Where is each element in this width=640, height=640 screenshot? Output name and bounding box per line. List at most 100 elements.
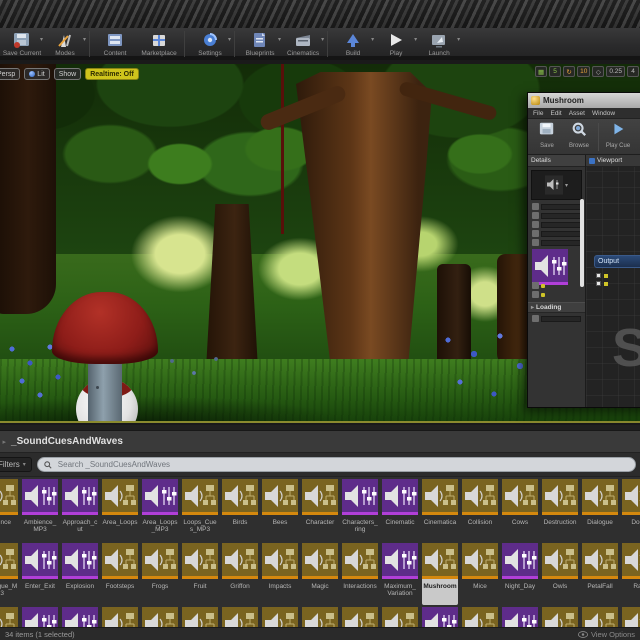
window-menu-bar: File Edit Asset Window — [528, 108, 640, 119]
snap-control-button[interactable]: 0.25 — [606, 66, 625, 77]
asset-tile[interactable]: Footsteps — [102, 543, 138, 605]
asset-tile[interactable]: Bees — [262, 479, 298, 541]
property-row[interactable] — [532, 315, 581, 322]
checkbox-on[interactable] — [541, 284, 545, 288]
search-input[interactable] — [56, 459, 629, 470]
filters-button[interactable]: Filters ▾ — [0, 457, 32, 472]
graph-pin[interactable] — [596, 281, 608, 286]
search-box[interactable] — [37, 457, 636, 472]
menu-item-file[interactable]: File — [533, 110, 543, 117]
asset-tile-label: Frogs — [142, 583, 178, 590]
asset-tile[interactable]: Destruction — [542, 479, 578, 541]
tab-viewport[interactable]: Viewport — [586, 155, 640, 167]
asset-tile[interactable]: Rain — [622, 543, 640, 605]
viewport-badge-show[interactable]: Show — [54, 68, 82, 80]
asset-tile-selected[interactable]: Mushroom — [422, 543, 458, 605]
asset-tile[interactable]: Griffon — [222, 543, 258, 605]
asset-tile[interactable]: Ambience_MP3 — [22, 479, 58, 541]
asset-tile[interactable]: Bounce — [0, 479, 18, 541]
asset-tile[interactable]: Cinematica — [422, 479, 458, 541]
sound-asset-editor-window[interactable]: Mushroom File Edit Asset Window Save Browse P… — [527, 92, 640, 408]
asset-tile[interactable]: Doors — [622, 479, 640, 541]
asset-tile[interactable]: Dialogue — [582, 479, 618, 541]
asset-tile[interactable]: Enter_Exit — [22, 543, 58, 605]
graph-pin[interactable] — [596, 273, 608, 278]
property-row[interactable] — [532, 239, 581, 246]
snap-control-button[interactable]: 4 — [627, 66, 639, 77]
asset-tile[interactable]: Explosion — [62, 543, 98, 605]
asset-tile[interactable]: Birds — [222, 479, 258, 541]
asset-tile[interactable]: Frogs — [142, 543, 178, 605]
asset-tile[interactable]: Impacts — [262, 543, 298, 605]
graph-panel[interactable]: Viewport SOUND CUE Output — [586, 155, 640, 407]
window-toolbar-label: Browse — [569, 143, 589, 149]
chevron-down-icon[interactable]: ▾ — [228, 36, 231, 43]
toolbar-button-build[interactable]: Build — [331, 31, 375, 57]
asset-tile[interactable]: Area_Loops — [102, 479, 138, 541]
menu-item-window[interactable]: Window — [592, 110, 615, 117]
asset-tile[interactable]: Owls — [542, 543, 578, 605]
property-row-checkbox[interactable] — [532, 291, 581, 298]
toolbar-button-blueprints[interactable]: Blueprints — [238, 31, 282, 57]
toolbar-button-cinematics[interactable]: Cinematics — [281, 31, 325, 57]
window-toolbar-label: Save — [540, 143, 554, 149]
asset-tile[interactable]: Mice — [462, 543, 498, 605]
asset-tile[interactable]: PetalFall — [582, 543, 618, 605]
view-options-button[interactable]: View Options — [578, 630, 635, 639]
property-row[interactable] — [532, 212, 581, 219]
snap-control-button[interactable]: ↻ — [563, 66, 575, 77]
preview-dropdown-arrow[interactable]: ▾ — [565, 182, 568, 189]
toolbar-button-settings[interactable]: Settings — [188, 31, 232, 57]
asset-preview[interactable]: ▾ — [531, 170, 582, 200]
details-scrollbar[interactable] — [580, 199, 584, 287]
snap-control-button[interactable]: 5 — [549, 66, 561, 77]
snap-control-button[interactable]: 10 — [577, 66, 590, 77]
viewport-badge-realtime-off[interactable]: Realtime: Off — [85, 68, 139, 80]
chevron-down-icon[interactable]: ▾ — [83, 36, 86, 43]
asset-tile[interactable]: Fruit — [182, 543, 218, 605]
viewport-badge-persp[interactable]: Persp — [0, 68, 20, 80]
asset-tile[interactable]: Collision — [462, 479, 498, 541]
chevron-down-icon[interactable]: ▾ — [457, 36, 460, 43]
asset-tile[interactable]: Cows — [502, 479, 538, 541]
asset-tile-label: Maximum_Variation — [382, 583, 418, 598]
snap-control-button[interactable]: ◇ — [592, 66, 604, 77]
window-toolbar-play-cue-button[interactable]: Play Cue — [603, 121, 633, 149]
toolbar-button-launch[interactable]: Launch — [417, 31, 461, 57]
window-toolbar-browse-button[interactable]: Browse — [564, 121, 594, 149]
graph-output-node[interactable]: Output — [594, 255, 640, 268]
tab-details[interactable]: Details — [528, 155, 585, 167]
asset-tile[interactable]: Characters_ring — [342, 479, 378, 541]
checkbox-on[interactable] — [541, 293, 545, 297]
menu-item-asset[interactable]: Asset — [569, 110, 585, 117]
window-toolbar-save-button[interactable]: Save — [532, 121, 562, 149]
asset-tile[interactable]: Area_Loops_MP3 — [142, 479, 178, 541]
asset-tile[interactable]: Maximum_Variation — [382, 543, 418, 605]
asset-tile[interactable]: Night_Day — [502, 543, 538, 605]
chevron-down-icon[interactable]: ▾ — [321, 36, 324, 43]
toolbar-button-play[interactable]: Play — [374, 31, 418, 57]
toolbar-button-content[interactable]: Content — [93, 31, 137, 57]
toolbar-button-save[interactable]: Save Current — [0, 31, 44, 57]
asset-tile[interactable]: Character — [302, 479, 338, 541]
snap-control-button[interactable]: ▦ — [535, 66, 547, 77]
asset-tile-label: Area_Loops_MP3 — [142, 519, 178, 534]
asset-tile[interactable]: Magic — [302, 543, 338, 605]
breadcrumb-current-folder[interactable]: _SoundCuesAndWaves — [11, 436, 123, 447]
soundcue-thumbnail — [622, 479, 640, 517]
asset-tile[interactable]: Cinematic — [382, 479, 418, 541]
window-title-bar[interactable]: Mushroom — [528, 93, 640, 108]
asset-tile[interactable]: Interactions — [342, 543, 378, 605]
toolbar-button-marketplace[interactable]: Marketplace — [137, 31, 181, 57]
asset-tile[interactable]: Approach_cut — [62, 479, 98, 541]
details-section-header[interactable]: ▸ Loading — [528, 302, 585, 313]
asset-tile[interactable]: Dialogue_MP3 — [0, 543, 18, 605]
property-row[interactable] — [532, 221, 581, 228]
asset-tile[interactable]: Loops_Cues_MP3 — [182, 479, 218, 541]
property-row[interactable] — [532, 230, 581, 237]
toolbar-button-modes[interactable]: Modes — [43, 31, 87, 57]
property-row[interactable] — [532, 203, 581, 210]
menu-item-edit[interactable]: Edit — [550, 110, 561, 117]
viewport-badge-lit[interactable]: Lit — [24, 68, 49, 80]
unreal-editor-screen: Save Current▾Modes▾ContentMarketplaceSet… — [0, 0, 640, 640]
